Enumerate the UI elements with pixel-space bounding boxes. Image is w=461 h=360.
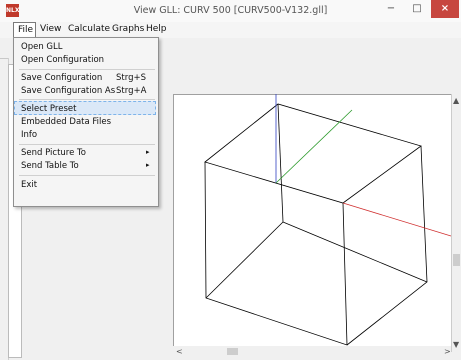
cube-front-edges (204, 161, 348, 346)
scroll-up-arrow[interactable]: ▲ (453, 96, 459, 105)
cube-wireframe (204, 103, 428, 346)
horizontal-scrollbar[interactable] (173, 346, 451, 356)
menu-open-configuration[interactable]: Open Configuration (21, 55, 104, 65)
menu-exit[interactable]: Exit (21, 180, 37, 190)
menu-send-table-to[interactable]: Send Table To (21, 161, 79, 171)
menu-select-preset[interactable]: Select Preset (21, 104, 76, 114)
save-configuration-as-shortcut: Strg+A (116, 86, 147, 96)
x-axis-line (342, 202, 452, 237)
cube-hidden-edge-3 (282, 221, 428, 283)
cube-top-face (204, 103, 422, 204)
submenu-arrow-icon: ▸ (146, 148, 150, 156)
menu-separator (19, 175, 155, 176)
submenu-arrow-icon: ▸ (146, 161, 150, 169)
cube-hidden-edge-2 (205, 221, 284, 299)
horizontal-scroll-thumb[interactable] (227, 348, 238, 355)
menu-open-gll[interactable]: Open GLL (21, 42, 62, 52)
scroll-left-arrow[interactable]: < (176, 347, 183, 356)
scroll-down-arrow[interactable]: ▼ (453, 340, 459, 349)
vertical-scrollbar[interactable] (451, 94, 461, 352)
save-configuration-shortcut: Strg+S (116, 73, 146, 83)
y-axis-line (275, 109, 353, 184)
menu-separator (19, 144, 155, 145)
vertical-scroll-thumb[interactable] (453, 254, 460, 266)
menu-separator (19, 99, 155, 100)
menu-info[interactable]: Info (21, 130, 37, 140)
menu-save-configuration-as[interactable]: Save Configuration As (21, 86, 115, 96)
cube-back-edges (346, 145, 428, 346)
menu-embedded-data-files[interactable]: Embedded Data Files (21, 117, 111, 127)
scroll-right-arrow[interactable]: > (444, 347, 451, 356)
cube-hidden-edge-1 (277, 103, 284, 223)
menu-send-picture-to[interactable]: Send Picture To (21, 148, 86, 158)
menu-save-configuration[interactable]: Save Configuration (21, 73, 102, 83)
menu-separator (19, 69, 155, 70)
